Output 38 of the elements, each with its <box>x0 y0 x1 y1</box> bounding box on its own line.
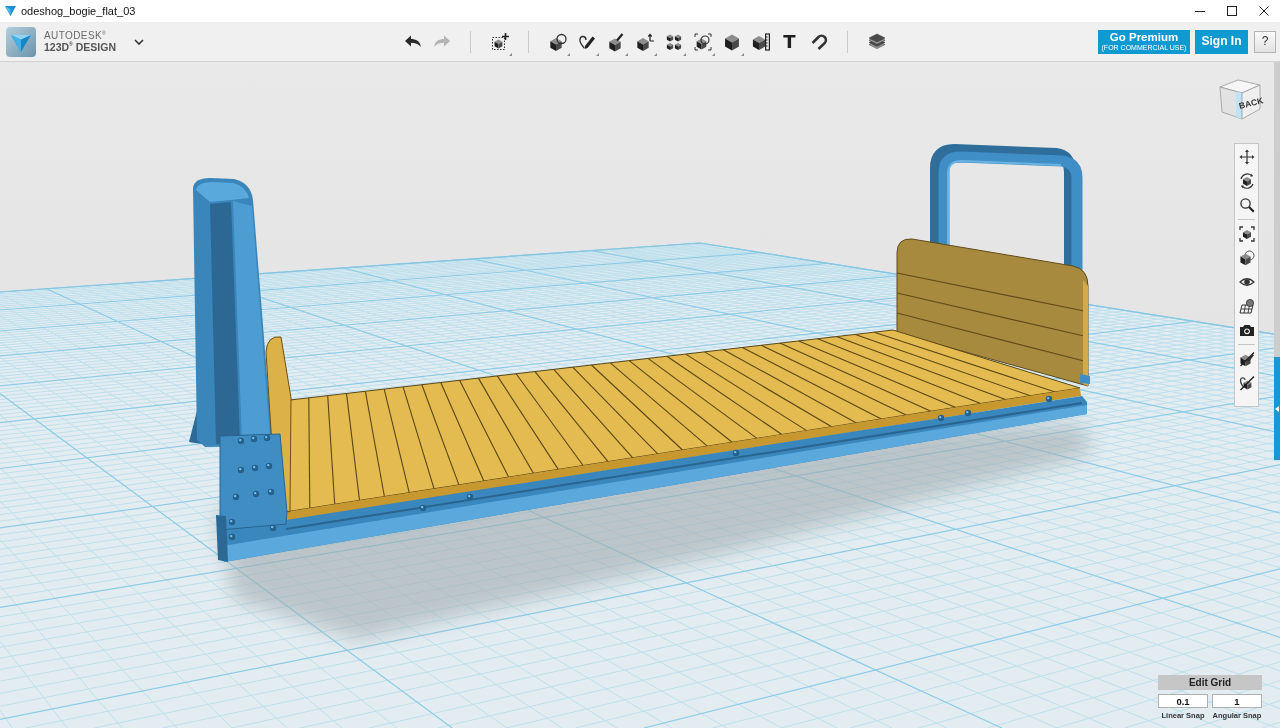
crossed-cube-icon <box>1238 351 1255 367</box>
cube-sphere-icon <box>1238 250 1255 266</box>
cube-arrows-icon <box>634 31 655 52</box>
move-arrows-icon <box>1238 149 1255 165</box>
corner-triangle-icon <box>596 52 599 56</box>
help-button[interactable]: ? <box>1254 30 1276 53</box>
corner-triangle-icon <box>509 52 512 56</box>
corner-triangle-icon <box>625 52 628 56</box>
corner-triangle-icon <box>654 52 657 56</box>
window-title: odeshog_bogie_flat_03 <box>21 5 136 17</box>
maximize-icon <box>1227 6 1237 16</box>
snap-value-field[interactable]: 0.1 <box>1158 694 1208 708</box>
close-icon <box>1259 6 1269 16</box>
brand-company-name: AUTODESK$^{®}$ <box>44 30 107 41</box>
edit-grid-button[interactable]: Edit Grid <box>1158 675 1262 690</box>
toolbar-button[interactable]: T <box>775 24 804 59</box>
camera-icon <box>1238 322 1255 338</box>
corner-triangle-icon <box>567 52 570 56</box>
cube-circle-icon <box>692 31 713 52</box>
layers-icon <box>866 31 887 52</box>
fit-cube-icon <box>1238 226 1255 242</box>
view-cube[interactable]: BACK <box>1214 75 1264 125</box>
cube-loop-icon <box>547 31 568 52</box>
corner-triangle-icon <box>712 52 715 56</box>
brand-product-name: 123D$^{®}$ DESIGN <box>44 41 116 53</box>
triangle-logo-icon <box>6 26 36 57</box>
corner-triangle-icon <box>683 52 686 56</box>
chevron-down-icon <box>134 38 144 45</box>
corner-triangle-icon <box>741 52 744 56</box>
zoom-icon <box>1238 197 1255 213</box>
app-logo-icon <box>5 6 16 16</box>
caret-left-icon <box>1275 405 1279 412</box>
grid-sphere-icon <box>1238 298 1255 314</box>
dashed-cube-plus-icon <box>489 31 510 52</box>
snap-value-field[interactable]: 1 <box>1212 694 1262 708</box>
crossed-cube-loop-icon <box>1238 375 1255 391</box>
orbit-icon <box>1238 173 1255 189</box>
cube-ruler-icon <box>750 31 771 52</box>
